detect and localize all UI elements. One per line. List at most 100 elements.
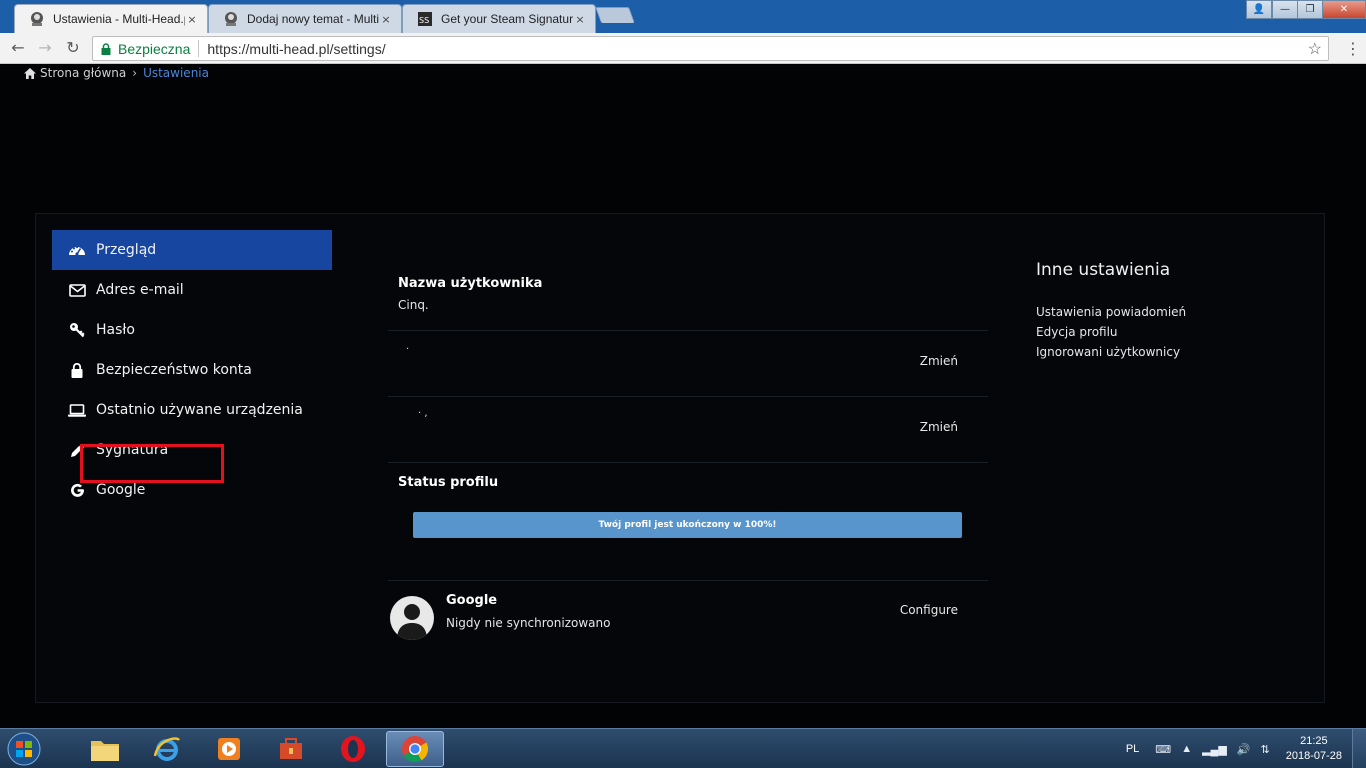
show-hidden-icons-chevron-icon[interactable]: ▲	[1181, 743, 1192, 755]
media-player-icon	[218, 738, 240, 760]
taskbar-internet-explorer[interactable]	[138, 731, 196, 767]
clock-date: 2018-07-28	[1285, 750, 1342, 762]
tab-title: Get your Steam Signature	[441, 12, 573, 26]
address-bar[interactable]: Bezpieczna https://multi-head.pl/setting…	[92, 36, 1329, 61]
row-divider	[388, 330, 988, 331]
change-button[interactable]: Zmień	[920, 354, 958, 368]
breadcrumb: Strona główna › Ustawienia	[24, 66, 209, 80]
language-indicator[interactable]: PL	[1126, 743, 1139, 755]
multihead-favicon-icon	[31, 12, 43, 26]
url-text[interactable]: https://multi-head.pl/settings/	[207, 41, 385, 57]
sidebar-item-label: Hasło	[96, 322, 135, 338]
back-button[interactable]: ←	[8, 38, 28, 58]
show-desktop-button[interactable]	[1352, 729, 1366, 768]
chrome-icon	[402, 736, 429, 763]
row-divider	[388, 396, 988, 397]
link-edit-profile[interactable]: Edycja profilu	[1036, 322, 1276, 342]
close-window-button[interactable]: ✕	[1322, 0, 1366, 19]
user-silhouette-icon	[397, 604, 427, 640]
keyboard-icon[interactable]: ⌨	[1155, 743, 1171, 756]
google-sync-status: Nigdy nie synchronizowano	[446, 616, 611, 630]
reload-button[interactable]: ↻	[63, 38, 83, 58]
steam-signature-favicon-icon: SS	[418, 12, 432, 26]
svg-text:SS: SS	[419, 16, 429, 25]
link-ignored-users[interactable]: Ignorowani użytkownicy	[1036, 342, 1276, 362]
app-toolbox-icon	[280, 738, 302, 759]
taskbar-app[interactable]	[262, 731, 320, 767]
sidebar-item-adres-email[interactable]: Adres e-mail	[52, 270, 332, 310]
tab-close-icon[interactable]: ×	[185, 13, 199, 26]
profile-icon[interactable]: 👤	[1246, 0, 1272, 19]
google-title: Google	[446, 593, 498, 608]
omnibox-separator	[198, 40, 200, 57]
username-value: Cinq.	[398, 298, 429, 312]
dashboard-icon	[68, 241, 86, 259]
breadcrumb-home[interactable]: Strona główna	[40, 66, 126, 80]
key-icon	[68, 321, 86, 339]
clock-time: 21:25	[1300, 735, 1328, 747]
bookmark-star-icon[interactable]: ☆	[1308, 39, 1322, 59]
settings-page: Strona główna › Ustawienia Przegląd Adre…	[0, 65, 1366, 728]
opera-icon	[341, 736, 365, 762]
sidebar-item-label: Google	[96, 482, 146, 498]
sidebar-item-przeglad[interactable]: Przegląd	[52, 230, 332, 270]
browser-toolbar: ← → ↻ Bezpieczna https://multi-head.pl/s…	[0, 33, 1366, 64]
google-sync-info: Google Nigdy nie synchronizowano	[446, 593, 610, 630]
hidden-value-mark: · ,	[418, 408, 428, 419]
volume-icon[interactable]: 🔊	[1237, 743, 1251, 756]
annotation-highlight-box	[80, 444, 224, 483]
change-button[interactable]: Zmień	[920, 420, 958, 434]
secure-lock-icon	[101, 42, 111, 55]
settings-sidebar: Przegląd Adres e-mail Hasło Bezpieczeńst…	[52, 230, 332, 510]
other-settings-title: Inne ustawienia	[1036, 260, 1171, 280]
taskbar-media-player[interactable]	[200, 731, 258, 767]
sidebar-item-label: Ostatnio używane urządzenia	[96, 402, 303, 418]
row-divider	[388, 580, 988, 581]
sidebar-item-haslo[interactable]: Hasło	[52, 310, 332, 350]
hidden-value-mark: ·	[406, 344, 410, 355]
breadcrumb-current[interactable]: Ustawienia	[143, 66, 209, 80]
tab-dodaj-nowy-temat[interactable]: Dodaj nowy temat - Multi ×	[208, 4, 402, 33]
sidebar-item-label: Przegląd	[96, 242, 157, 258]
multihead-favicon-icon	[225, 12, 237, 26]
breadcrumb-separator: ›	[132, 66, 138, 80]
avatar	[390, 596, 434, 640]
sidebar-item-bezpieczenstwo-konta[interactable]: Bezpieczeństwo konta	[52, 350, 332, 390]
start-button[interactable]	[4, 730, 44, 768]
secure-label: Bezpieczna	[118, 40, 191, 57]
system-tray: PL ⌨ ▲ ▂▄▆ 🔊 ⇅ 21:25 2018-07-28	[1126, 729, 1366, 768]
laptop-icon	[68, 401, 86, 419]
settings-panel: Przegląd Adres e-mail Hasło Bezpieczeńst…	[35, 213, 1325, 703]
username-section: Nazwa użytkownika Cinq.	[398, 276, 542, 312]
lock-icon	[68, 361, 86, 379]
profile-completion-bar: Twój profil jest ukończony w 100%!	[413, 512, 962, 538]
tab-close-icon[interactable]: ×	[379, 13, 393, 26]
tab-ustawienia[interactable]: Ustawienia - Multi-Head.pl ×	[14, 4, 208, 33]
profile-status-title: Status profilu	[398, 475, 499, 490]
tab-title: Ustawienia - Multi-Head.pl	[53, 12, 185, 26]
envelope-icon	[68, 281, 86, 299]
clock[interactable]: 21:25 2018-07-28	[1286, 734, 1342, 764]
progress-text: Twój profil jest ukończony w 100%!	[598, 520, 777, 530]
link-notification-settings[interactable]: Ustawienia powiadomień	[1036, 302, 1276, 322]
signal-icon[interactable]: ▂▄▆	[1202, 743, 1227, 756]
browser-tab-strip: Ustawienia - Multi-Head.pl × Dodaj nowy …	[0, 0, 1366, 33]
tab-close-icon[interactable]: ×	[573, 13, 587, 26]
taskbar-opera[interactable]	[324, 731, 382, 767]
tab-steam-signature[interactable]: SS Get your Steam Signature ×	[402, 4, 596, 33]
forward-button[interactable]: →	[35, 38, 55, 58]
maximize-button[interactable]: ❐	[1297, 0, 1323, 19]
windows-logo-icon	[7, 732, 41, 766]
username-title: Nazwa użytkownika	[398, 276, 543, 291]
taskbar-explorer[interactable]	[76, 731, 134, 767]
network-icon[interactable]: ⇅	[1261, 743, 1270, 756]
sidebar-item-label: Adres e-mail	[96, 282, 184, 298]
new-tab-button[interactable]	[595, 7, 635, 23]
sidebar-item-ostatnio-uzywane-urzadzenia[interactable]: Ostatnio używane urządzenia	[52, 390, 332, 430]
minimize-button[interactable]: —	[1272, 0, 1298, 19]
sidebar-item-label: Bezpieczeństwo konta	[96, 362, 252, 378]
taskbar-chrome[interactable]	[386, 731, 444, 767]
browser-menu-icon[interactable]: ⋮	[1345, 39, 1361, 59]
configure-button[interactable]: Configure	[900, 603, 958, 617]
folder-icon	[91, 741, 119, 761]
